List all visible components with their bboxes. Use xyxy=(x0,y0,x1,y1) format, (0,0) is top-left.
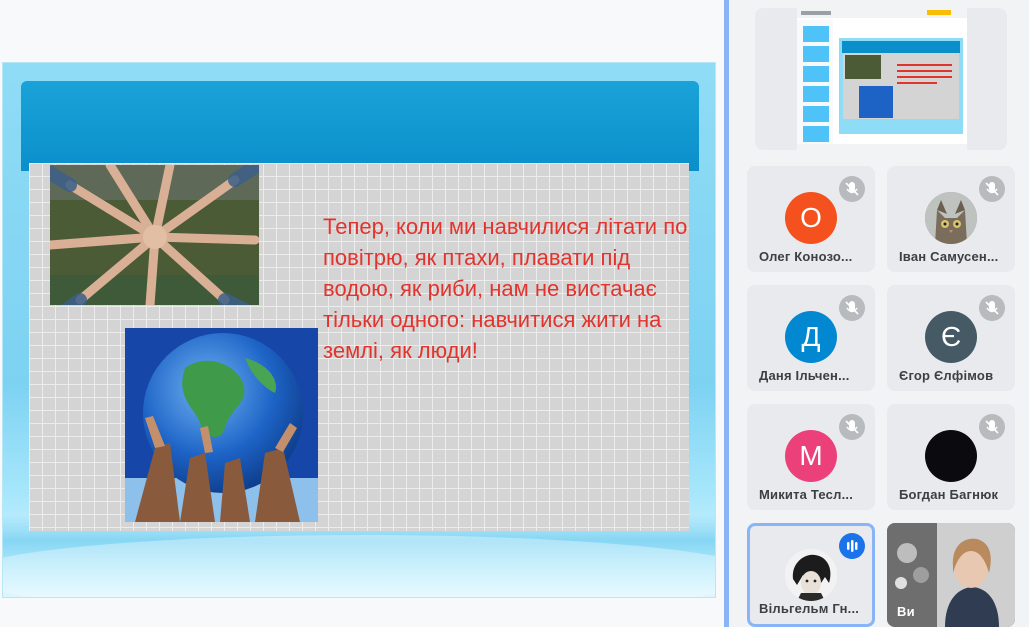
mic-muted-icon xyxy=(979,176,1005,202)
participant-tile[interactable]: Є Єгор Єлфімов xyxy=(887,285,1015,391)
participant-tile[interactable]: Д Даня Ільчен... xyxy=(747,285,875,391)
participant-tile-active-speaker[interactable]: Вільгельм Гн... xyxy=(747,523,875,627)
participant-name: Єгор Єлфімов xyxy=(899,368,994,383)
presentation-slide: Тепер, коли ми навчилися літати по повіт… xyxy=(2,62,716,598)
mic-muted-icon xyxy=(839,414,865,440)
self-video-tile[interactable]: Ви xyxy=(887,523,1015,627)
participant-tile[interactable]: Богдан Багнюк xyxy=(887,404,1015,510)
participant-tile[interactable]: М Микита Тесл... xyxy=(747,404,875,510)
avatar: Д xyxy=(785,311,837,363)
meet-window: Тепер, коли ми навчилися літати по повіт… xyxy=(0,0,1029,627)
participant-name: Микита Тесл... xyxy=(759,487,854,502)
speaking-indicator-icon xyxy=(839,533,865,559)
participant-name: Олег Конозо... xyxy=(759,249,853,264)
mic-muted-icon xyxy=(839,295,865,321)
shared-screen-thumbnail xyxy=(797,8,967,150)
avatar xyxy=(925,192,977,244)
mic-muted-icon xyxy=(979,295,1005,321)
slide-quote-text: Тепер, коли ми навчилися літати по повіт… xyxy=(323,214,688,363)
mic-muted-icon xyxy=(839,176,865,202)
globe-hands-photo xyxy=(125,328,318,522)
participant-tile[interactable]: О Олег Конозо... xyxy=(747,166,875,272)
avatar xyxy=(785,549,837,601)
participant-name: Іван Самусен... xyxy=(899,249,999,264)
avatar: М xyxy=(785,430,837,482)
avatar: О xyxy=(785,192,837,244)
hands-circle-photo xyxy=(50,165,259,305)
mic-muted-icon xyxy=(979,414,1005,440)
slide-content-area: Тепер, коли ми навчилися літати по повіт… xyxy=(29,163,689,531)
participants-sidebar: О Олег Конозо... Іван Самусен... Д Даня … xyxy=(729,0,1029,627)
participant-name: Богдан Багнюк xyxy=(899,487,999,502)
participant-tile[interactable]: Іван Самусен... xyxy=(887,166,1015,272)
avatar xyxy=(925,430,977,482)
self-name-label: Ви xyxy=(897,604,915,619)
avatar: Є xyxy=(925,311,977,363)
presentation-stage: Тепер, коли ми навчилися літати по повіт… xyxy=(0,0,724,627)
presentation-preview-tile[interactable] xyxy=(755,8,1007,150)
slide-header-bar xyxy=(21,81,699,171)
participant-name: Даня Ільчен... xyxy=(759,368,850,383)
participant-name: Вільгельм Гн... xyxy=(759,601,860,616)
